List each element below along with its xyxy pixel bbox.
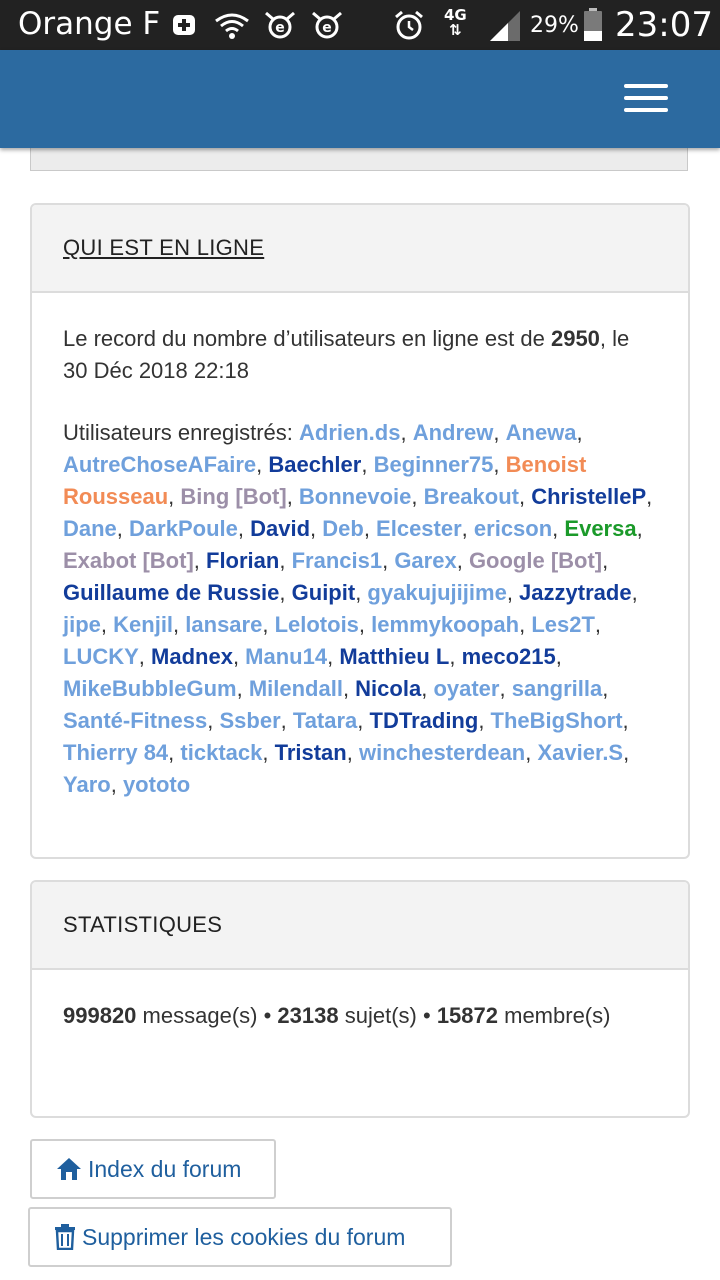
svg-text:e: e [322,20,332,36]
online-user-link[interactable]: Tatara [293,708,357,733]
forum-index-label: Index du forum [88,1155,242,1182]
home-icon [57,1158,81,1180]
online-user-link[interactable]: Milendall [249,676,343,701]
online-user-link[interactable]: jipe [63,612,101,637]
network-label: 4G [444,6,467,24]
online-user-link[interactable]: lansare [185,612,262,637]
online-user-link[interactable]: Kenjil [113,612,173,637]
stats-separator-2: • [422,1003,431,1028]
online-user-link[interactable]: Madnex [151,644,233,669]
online-user-link[interactable]: Dane [63,516,117,541]
alarm-icon [393,10,425,46]
site-header [0,50,720,148]
online-user-link[interactable]: Andrew [413,420,494,445]
online-user-link[interactable]: AutreChoseAFaire [63,452,256,477]
online-user-link[interactable]: Google [Bot] [469,548,602,573]
statistics-panel: STATISTIQUES 999820 message(s) • 23138 s… [30,880,690,1118]
app-notification-icon: e [263,10,297,44]
online-user-link[interactable]: sangrilla [512,676,602,701]
delete-cookies-label: Supprimer les cookies du forum [82,1223,406,1250]
record-prefix: Le record du nombre d’utilisateurs en li… [63,326,545,351]
members-label: membre(s) [504,1003,611,1028]
members-count: 15872 [436,1003,498,1028]
online-user-link[interactable]: Lelotois [275,612,359,637]
online-user-link[interactable]: Elcester [376,516,462,541]
online-user-link[interactable]: lemmykoopah [371,612,519,637]
record-count: 2950 [550,326,600,351]
online-user-link[interactable]: David [250,516,310,541]
forum-index-button[interactable]: Index du forum [30,1139,276,1199]
online-user-link[interactable]: Baechler [268,452,361,477]
online-user-link[interactable]: Guipit [292,580,356,605]
online-user-link[interactable]: ChristelleP [531,484,646,509]
battery-percent: 29% [530,13,579,38]
statistics-header: STATISTIQUES [32,882,688,970]
online-user-link[interactable]: Manu14 [245,644,327,669]
notification-plus-icon [172,14,196,40]
online-user-link[interactable]: Nicola [355,676,421,701]
stats-separator: • [263,1003,272,1028]
online-user-link[interactable]: Tristan [275,740,347,765]
topics-label: sujet(s) [344,1003,417,1028]
online-user-link[interactable]: Les2T [531,612,595,637]
trash-icon [55,1224,75,1250]
messages-label: message(s) [142,1003,258,1028]
online-user-link[interactable]: TDTrading [370,708,479,733]
online-user-link[interactable]: Ssber [220,708,281,733]
online-user-link[interactable]: Eversa [564,516,636,541]
online-user-link[interactable]: Exabot [Bot] [63,548,194,573]
online-user-link[interactable]: Garex [394,548,456,573]
network-type: 4G ⇅ [444,6,467,39]
online-user-link[interactable]: ticktack [180,740,262,765]
online-user-link[interactable]: Yaro [63,772,111,797]
online-user-link[interactable]: DarkPoule [129,516,238,541]
hamburger-menu-icon[interactable] [624,84,668,114]
online-user-link[interactable]: Adrien.ds [299,420,400,445]
who-is-online-title-link[interactable]: QUI EST EN LIGNE [63,235,264,261]
online-user-link[interactable]: Florian [206,548,279,573]
statistics-body: 999820 message(s) • 23138 sujet(s) • 158… [32,970,688,1032]
battery-icon [583,8,603,46]
who-is-online-header: QUI EST EN LIGNE [32,205,688,293]
clock: 23:07 [615,5,713,45]
delete-cookies-button[interactable]: Supprimer les cookies du forum [28,1207,452,1267]
messages-count: 999820 [63,1003,137,1028]
registered-users-list: Utilisateurs enregistrés: Adrien.ds, And… [63,420,653,797]
svg-text:e: e [275,20,285,36]
topics-count: 23138 [277,1003,339,1028]
online-user-link[interactable]: Thierry 84 [63,740,168,765]
online-user-link[interactable]: Bonnevoie [299,484,411,509]
status-bar: Orange F e e 4G ⇅ 29% 23:07 [0,0,720,50]
online-user-link[interactable]: Beginner75 [374,452,494,477]
carrier-name: Orange F [18,6,161,42]
app-notification-icon-2: e [310,10,344,44]
online-user-link[interactable]: Jazzytrade [519,580,632,605]
online-user-link[interactable]: Matthieu L [339,644,449,669]
online-user-link[interactable]: MikeBubbleGum [63,676,237,701]
online-user-link[interactable]: oyater [433,676,499,701]
signal-icon [488,10,522,46]
who-is-online-panel: QUI EST EN LIGNE Le record du nombre d’u… [30,203,690,859]
online-user-link[interactable]: LUCKY [63,644,139,669]
online-user-link[interactable]: Deb [322,516,364,541]
registered-users-label: Utilisateurs enregistrés: [63,420,293,445]
online-user-link[interactable]: Francis1 [292,548,383,573]
who-is-online-body: Le record du nombre d’utilisateurs en li… [32,293,688,801]
online-record-text: Le record du nombre d’utilisateurs en li… [63,326,630,383]
online-user-link[interactable]: Bing [Bot] [180,484,286,509]
wifi-icon [214,12,250,44]
online-user-link[interactable]: ericson [474,516,552,541]
online-user-link[interactable]: gyakujujijime [367,580,506,605]
online-user-link[interactable]: Breakout [424,484,519,509]
online-user-link[interactable]: Santé-Fitness [63,708,207,733]
online-user-link[interactable]: meco215 [462,644,556,669]
online-user-link[interactable]: yototo [123,772,190,797]
statistics-title: STATISTIQUES [63,912,223,937]
online-user-link[interactable]: winchesterdean [359,740,525,765]
online-user-link[interactable]: TheBigShort [491,708,623,733]
online-user-link[interactable]: Anewa [506,420,577,445]
online-user-link[interactable]: Xavier.S [537,740,623,765]
online-user-link[interactable]: Guillaume de Russie [63,580,279,605]
